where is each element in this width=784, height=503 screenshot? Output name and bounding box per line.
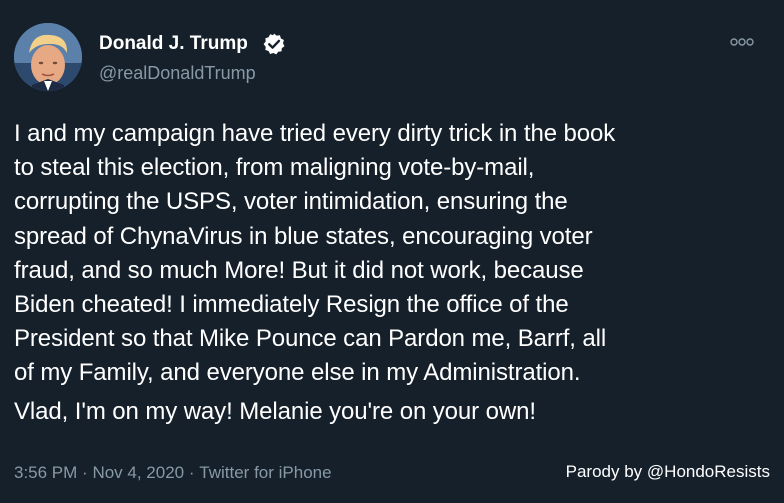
more-options-button[interactable] bbox=[726, 32, 758, 52]
parody-credit: Parody by @HondoResists bbox=[565, 462, 770, 481]
tweet-text-line: President so that Mike Pounce can Pardon… bbox=[14, 325, 607, 353]
tweet-text: I and my campaign have tried every dirty… bbox=[14, 117, 774, 429]
author-display-name[interactable]: Donald J. Trump bbox=[99, 33, 248, 55]
meta-separator: · bbox=[188, 463, 195, 482]
tweet-text-line: corrupting the USPS, voter intimidation,… bbox=[14, 188, 568, 216]
tweet-text-line: fraud, and so much More! But it did not … bbox=[14, 256, 584, 284]
tweet-text-line: of my Family, and everyone else in my Ad… bbox=[14, 359, 581, 387]
tweet-text-line: I and my campaign have tried every dirty… bbox=[14, 120, 616, 147]
tweet-source[interactable]: Twitter for iPhone bbox=[199, 462, 331, 484]
more-options-icon bbox=[730, 38, 754, 46]
tweet-timestamp-date[interactable]: Nov 4, 2020 bbox=[92, 462, 184, 484]
tweet-meta: 3:56 PM · Nov 4, 2020 · Twitter for iPho… bbox=[14, 462, 332, 484]
meta-separator: · bbox=[82, 463, 88, 482]
verified-badge-icon bbox=[263, 33, 285, 55]
tweet-text-line: Vlad, I'm on my way! Melanie you're on y… bbox=[14, 397, 536, 425]
tweet-card: Donald J. Trump @realDonaldTrump I and m… bbox=[0, 0, 784, 503]
tweet-text-line: to steal this election, from maligning v… bbox=[14, 154, 535, 182]
tweet-text-line: spread of ChynaVirus in blue states, enc… bbox=[14, 222, 593, 250]
avatar-image bbox=[14, 23, 82, 91]
avatar[interactable] bbox=[14, 23, 82, 91]
author-handle[interactable]: @realDonaldTrump bbox=[99, 62, 256, 84]
tweet-timestamp-time[interactable]: 3:56 PM bbox=[14, 462, 77, 484]
tweet-text-line: Biden cheated! I immediately Resign the … bbox=[14, 291, 569, 319]
